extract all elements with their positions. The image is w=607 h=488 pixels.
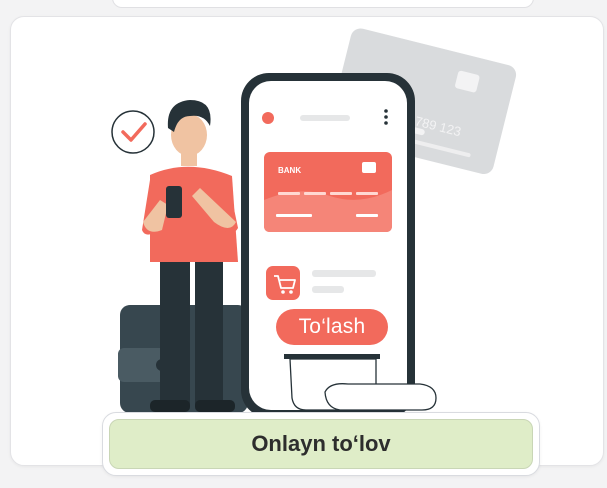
card-bank-label: BANK (278, 166, 301, 175)
pay-button[interactable]: To‘lash (276, 309, 388, 345)
online-payment-button[interactable]: Onlayn to‘lov (109, 419, 533, 469)
menu-dots-icon (384, 109, 388, 125)
cart-icon (266, 266, 300, 300)
online-payment-cta-frame: Onlayn to‘lov (102, 412, 540, 476)
checkmark-icon (111, 110, 155, 154)
